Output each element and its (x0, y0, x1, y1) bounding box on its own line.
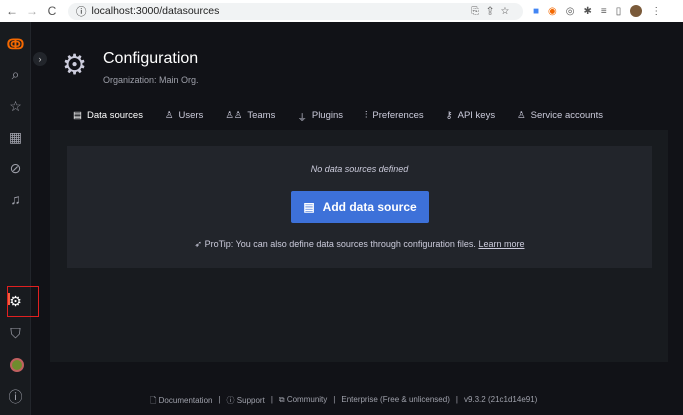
url-text: localhost:3000/datasources (91, 5, 220, 17)
tab-users[interactable]: ♙ Users (154, 110, 214, 130)
add-data-source-button[interactable]: ▤ Add data source (291, 191, 429, 223)
edition-link[interactable]: Enterprise (Free & unlicensed) (341, 395, 450, 409)
menu-icon[interactable]: ⋮ (651, 6, 661, 17)
tab-api-keys[interactable]: ⚷ API keys (435, 110, 506, 130)
tab-label: Service accounts (530, 110, 603, 121)
user-avatar[interactable] (10, 358, 24, 372)
info-icon: ⓘ (76, 5, 87, 18)
address-bar[interactable]: ⓘ localhost:3000/datasources ⎘⇪☆ (68, 2, 523, 20)
document-icon: 🗋 (150, 396, 159, 405)
grafana-logo-icon[interactable]: ↂ (0, 36, 31, 53)
shield-icon[interactable]: ⛉ (0, 325, 31, 342)
reload-button[interactable]: C (44, 4, 60, 18)
plug-icon: ⏚ (297, 113, 307, 124)
tab-data-sources[interactable]: ▤ Data sources (62, 110, 154, 132)
tab-plugins[interactable]: ⏚ Plugins (286, 110, 354, 130)
page-title: Configuration (103, 50, 199, 67)
separator: | (218, 395, 221, 404)
bell-icon[interactable]: ♫ (0, 191, 31, 207)
translate-ext-icon[interactable]: ■ (533, 6, 539, 17)
extensions: ■ ◉ ◎ ✱ ≡ ▯ ⋮ (533, 5, 667, 17)
tab-label: Data sources (86, 110, 143, 121)
empty-message: No data sources defined (310, 164, 409, 174)
sidepanel-icon[interactable]: ▯ (616, 6, 622, 17)
question-circle-icon: ⓘ (226, 396, 237, 405)
link-label: Community (286, 395, 328, 404)
protip-text: ProTip: You can also define data sources… (204, 239, 476, 249)
reading-list-icon[interactable]: ≡ (601, 6, 607, 17)
forward-button[interactable]: → (24, 4, 40, 18)
database-icon: ▤ (303, 200, 315, 214)
separator: | (333, 395, 336, 404)
empty-state-card: No data sources defined ▤ Add data source… (67, 146, 652, 268)
help-icon[interactable]: ⓘ (0, 387, 31, 407)
learn-more-link[interactable]: Learn more (478, 239, 524, 249)
footer: 🗋 Documentation | ⓘ Support | ⧉ Communit… (150, 395, 537, 409)
dashboards-icon[interactable]: ▦ (0, 129, 31, 146)
comments-icon: ⧉ (278, 395, 287, 404)
puzzle-icon[interactable]: ✱ (584, 6, 592, 17)
tab-service-accounts[interactable]: ♙ Service accounts (506, 110, 614, 130)
browser-toolbar: ← → C ⓘ localhost:3000/datasources ⎘⇪☆ ■… (0, 0, 683, 22)
back-button[interactable]: ← (4, 4, 20, 18)
tab-label: Preferences (372, 110, 424, 121)
translate-share-bookmark-icons[interactable]: ⎘⇪☆ (471, 6, 517, 17)
tab-teams[interactable]: ♙♙ Teams (214, 110, 286, 130)
rocket-icon: ➶ (194, 239, 205, 249)
key-icon: ⚷ (445, 110, 453, 121)
tab-label: API keys (457, 110, 496, 121)
database-icon: ▤ (73, 110, 82, 121)
separator: | (270, 395, 273, 404)
ext-icon[interactable]: ◎ (566, 6, 575, 17)
org-subtitle: Organization: Main Org. (103, 75, 199, 85)
link-label: Support (236, 396, 265, 405)
tab-label: Teams (247, 110, 276, 121)
tab-label: Users (178, 110, 204, 121)
version-text: v9.3.2 (21c1d14e91) (463, 395, 538, 404)
star-icon[interactable]: ☆ (0, 98, 31, 115)
profile-avatar[interactable] (630, 5, 643, 17)
separator: | (455, 395, 458, 404)
compass-icon[interactable]: ⊘ (0, 160, 31, 177)
tab-preferences[interactable]: ⫶ Preferences (354, 110, 435, 130)
tab-label: Plugins (311, 110, 344, 121)
users-icon: ♙♙ (225, 110, 243, 121)
sliders-icon: ⫶ (365, 110, 368, 121)
expand-menu-button[interactable]: › (33, 52, 47, 66)
documentation-link[interactable]: 🗋 Documentation (150, 395, 212, 409)
protip: ➶ ProTip: You can also define data sourc… (67, 239, 652, 250)
community-link[interactable]: ⧉ Community (279, 395, 327, 409)
configuration-gear-icon: ⚙ (62, 49, 88, 80)
tabs: ▤ Data sources ♙ Users ♙♙ Teams ⏚ Plugins ⫶ P… (62, 110, 614, 132)
button-label: Add data source (322, 200, 417, 214)
ext-icon[interactable]: ◉ (548, 6, 557, 17)
link-label: Documentation (158, 396, 213, 405)
highlight-box (7, 286, 39, 317)
service-account-icon: ♙ (517, 110, 526, 121)
support-link[interactable]: ⓘ Support (227, 395, 265, 409)
user-icon: ♙ (164, 110, 174, 121)
search-icon[interactable]: ⌕ (0, 66, 31, 83)
